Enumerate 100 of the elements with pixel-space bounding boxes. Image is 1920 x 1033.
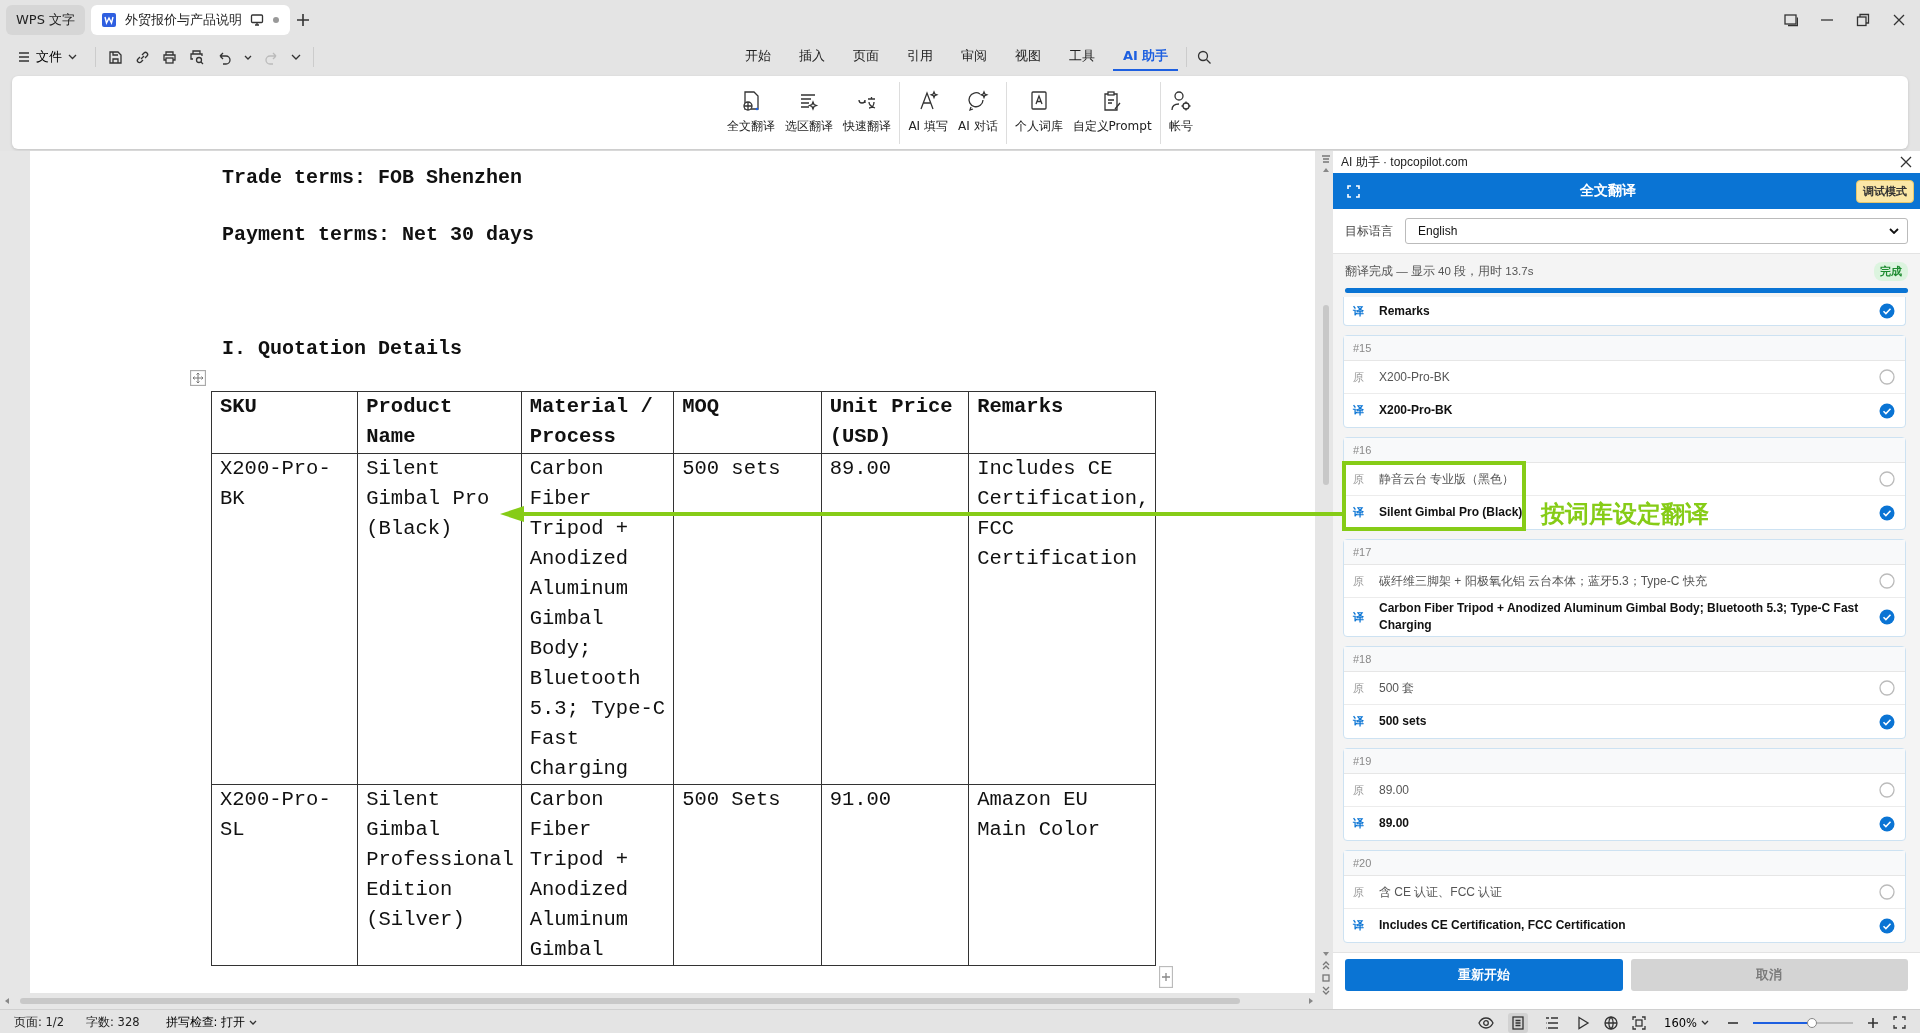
ribbon-button[interactable]: 选区翻译 [781, 86, 838, 139]
ribbon-tab[interactable]: 开始 [735, 43, 781, 71]
close-icon[interactable] [1892, 13, 1906, 27]
scrollbar-thumb[interactable] [20, 998, 1240, 1004]
segment-number: #17 [1344, 540, 1905, 565]
translated-text: Carbon Fiber Tripod + Anodized Aluminum Gimbal Body; Bluetooth 5.3; Type-C Fast Charging [1379, 600, 1860, 634]
source-text: 静音云台 专业版（黑色） [1379, 470, 1515, 488]
field-label: 目标语言 [1345, 222, 1393, 240]
checkbox[interactable] [1879, 884, 1895, 900]
column-header: Unit Price (USD) [821, 391, 969, 454]
scrollbar-thumb[interactable] [1322, 305, 1329, 485]
scroll-right-icon[interactable] [1308, 997, 1314, 1005]
checkbox-checked[interactable] [1879, 402, 1895, 419]
ribbon-button[interactable]: AI 填写 [904, 86, 952, 139]
page-count: 页面: 1/2 [14, 1015, 65, 1030]
save-icon[interactable] [108, 49, 123, 65]
caret-icon [1701, 1020, 1709, 1025]
source-text: X200-Pro-BK [1379, 368, 1450, 386]
user-gear-icon [1169, 90, 1192, 112]
scroll-down-icon[interactable] [1321, 951, 1330, 957]
play-icon[interactable] [1576, 1015, 1591, 1030]
file-menu[interactable]: 文件 [14, 46, 81, 68]
language-dropdown[interactable]: English [1405, 218, 1908, 244]
checkbox-checked[interactable] [1879, 609, 1895, 625]
zoom-level[interactable]: 160% [1660, 1013, 1713, 1032]
mode-badge[interactable]: 调试模式 [1856, 179, 1914, 203]
collapse-icon[interactable] [1320, 155, 1331, 163]
checkbox-checked[interactable] [1879, 815, 1895, 832]
row-tag: 译 [1353, 816, 1365, 831]
move-handle-icon[interactable] [190, 370, 206, 386]
spellcheck-toggle[interactable]: 拼写检查: 打开 [161, 1013, 262, 1032]
caret-icon[interactable] [244, 54, 252, 60]
ribbon-button[interactable]: AI 对话 [953, 86, 1002, 139]
checkbox[interactable] [1879, 680, 1895, 696]
panel-title: AI 助手 · topcopilot.com [1341, 153, 1468, 171]
fit-page-icon[interactable] [1632, 1015, 1647, 1030]
checkbox[interactable] [1879, 369, 1895, 385]
ribbon-button[interactable]: 个人词库 [1010, 86, 1067, 139]
ribbon-tab[interactable]: 审阅 [951, 43, 997, 71]
close-icon[interactable] [1900, 156, 1912, 168]
ribbon-tab[interactable]: 工具 [1059, 43, 1105, 71]
page-view-icon[interactable] [1511, 1015, 1526, 1030]
checkbox[interactable] [1879, 471, 1895, 487]
globe-icon[interactable] [1604, 1015, 1619, 1030]
print-icon[interactable] [162, 49, 177, 65]
checkbox[interactable] [1879, 573, 1895, 589]
row-tag: 原 [1353, 369, 1365, 385]
ribbon-button[interactable]: 快速翻译 [839, 86, 896, 139]
outline-view-icon[interactable] [1545, 1015, 1560, 1030]
maximize-icon[interactable] [1856, 13, 1870, 27]
ribbon-tab[interactable]: 页面 [843, 43, 889, 71]
restore-layout-icon[interactable] [1784, 13, 1798, 27]
segment-number: #18 [1344, 647, 1905, 672]
ribbon-button[interactable]: 全文翻译 [723, 86, 780, 139]
table-cell: 89.00 [821, 453, 969, 785]
ribbon-button[interactable]: 帐号 [1164, 86, 1197, 139]
table-cell: 500 Sets [673, 784, 822, 966]
zoom-in-icon[interactable] [1867, 1016, 1879, 1029]
scroll-up-icon[interactable] [1321, 167, 1330, 173]
link-icon[interactable] [135, 49, 150, 65]
eye-icon[interactable] [1478, 1014, 1495, 1031]
translated-text: 500 sets [1379, 713, 1427, 730]
checkbox-checked[interactable] [1879, 713, 1895, 730]
row-tag: 译 [1353, 403, 1365, 418]
segment-number: #19 [1344, 749, 1905, 774]
ribbon-tab[interactable]: AI 助手 [1113, 43, 1179, 71]
slider-thumb[interactable] [1807, 1017, 1817, 1028]
status-badge: 完成 [1874, 262, 1908, 281]
search-icon[interactable] [1197, 49, 1213, 65]
ribbon-tab[interactable]: 插入 [789, 43, 835, 71]
checkbox-checked[interactable] [1879, 504, 1895, 521]
next-page-icon[interactable] [1321, 986, 1330, 995]
fullscreen-icon[interactable] [1893, 1016, 1906, 1029]
dot-icon [272, 16, 281, 24]
caret-icon [68, 54, 77, 60]
previous-page-icon[interactable] [1321, 961, 1330, 970]
ribbon-tab[interactable]: 引用 [897, 43, 943, 71]
ribbon-tab[interactable]: 视图 [1005, 43, 1051, 71]
action-button[interactable]: 重新开始 [1345, 959, 1623, 991]
ribbon-button[interactable]: 自定义Prompt [1068, 86, 1156, 139]
scroll-left-icon[interactable] [4, 997, 10, 1005]
chat-sparkle-icon [966, 90, 989, 112]
add-row-icon[interactable] [1159, 966, 1173, 988]
expand-icon[interactable] [1347, 184, 1360, 198]
caret-icon[interactable] [291, 54, 301, 60]
select-object-icon[interactable] [1321, 974, 1330, 982]
translated-text: X200-Pro-BK [1379, 402, 1453, 419]
document-tab[interactable]: WPS 文字 [6, 5, 86, 35]
document-tab[interactable]: 外贸报价与产品说明 [91, 5, 291, 35]
new-tab-icon[interactable] [296, 13, 311, 27]
row-tag: 原 [1353, 680, 1365, 696]
row-tag: 译 [1353, 714, 1365, 729]
print-preview-icon[interactable] [189, 49, 205, 65]
checkbox-checked[interactable] [1879, 303, 1895, 319]
checkbox[interactable] [1879, 782, 1895, 798]
checkbox-checked[interactable] [1879, 917, 1895, 934]
table-cell: Carbon Fiber Tripod + Anodized Aluminum Gimbal [521, 784, 674, 966]
row-tag: 原 [1353, 471, 1365, 487]
segment-number: #20 [1344, 851, 1905, 876]
row-tag: 原 [1353, 782, 1365, 798]
